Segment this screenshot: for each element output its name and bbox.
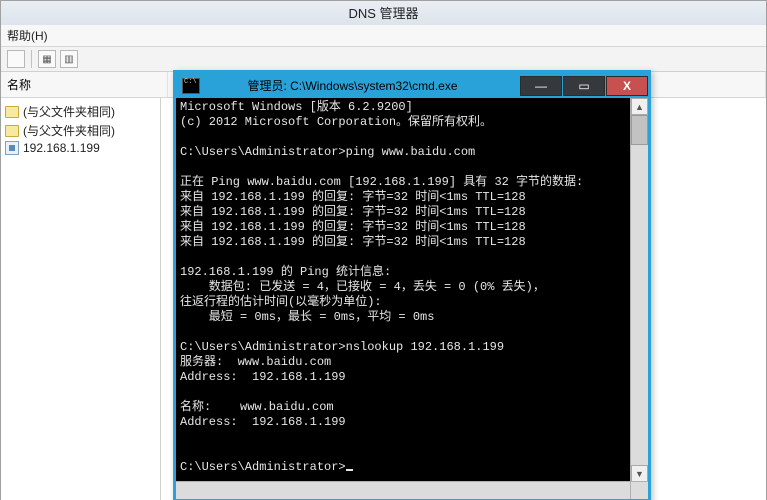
- scrollbar-corner: [630, 481, 648, 499]
- dns-menubar: 帮助(H): [1, 25, 766, 47]
- maximize-button[interactable]: ▭: [563, 76, 605, 96]
- cmd-line: Address: 192.168.1.199: [180, 370, 346, 384]
- tree-row[interactable]: 192.168.1.199: [3, 140, 158, 156]
- cmd-line: 数据包: 已发送 = 4，已接收 = 4，丢失 = 0 (0% 丢失)，: [180, 280, 545, 294]
- cmd-client-area: Microsoft Windows [版本 6.2.9200] (c) 2012…: [176, 98, 648, 499]
- toolbar-btn-2[interactable]: ▦: [38, 50, 56, 68]
- dns-tree-panel: (与父文件夹相同) (与父文件夹相同) 192.168.1.199: [1, 98, 161, 500]
- dns-toolbar: ▦ ▥: [1, 47, 766, 72]
- record-icon: [5, 141, 19, 155]
- dns-tree: (与父文件夹相同) (与父文件夹相同) 192.168.1.199: [1, 98, 160, 160]
- tree-row[interactable]: (与父文件夹相同): [3, 102, 158, 121]
- toolbar-btn-1[interactable]: [7, 50, 25, 68]
- tree-label: (与父文件夹相同): [23, 103, 115, 120]
- scroll-up-icon[interactable]: ▲: [631, 98, 648, 115]
- folder-icon: [5, 125, 19, 137]
- cmd-title: 管理员: C:\Windows\system32\cmd.exe: [186, 77, 519, 94]
- toolbar-separator: [31, 50, 32, 68]
- cmd-line: C:\Users\Administrator>ping www.baidu.co…: [180, 145, 475, 159]
- folder-icon: [5, 106, 19, 118]
- cmd-line: 来自 192.168.1.199 的回复: 字节=32 时间<1ms TTL=1…: [180, 235, 526, 249]
- minimize-button[interactable]: —: [520, 76, 562, 96]
- tree-label: 192.168.1.199: [23, 141, 100, 155]
- cmd-line: C:\Users\Administrator>nslookup 192.168.…: [180, 340, 504, 354]
- tree-row[interactable]: (与父文件夹相同): [3, 121, 158, 140]
- cmd-line: 往返行程的估计时间(以毫秒为单位):: [180, 295, 382, 309]
- menu-help[interactable]: 帮助(H): [7, 29, 48, 43]
- cmd-window: 管理员: C:\Windows\system32\cmd.exe — ▭ X M…: [173, 70, 651, 500]
- vertical-scrollbar[interactable]: ▲ ▼: [630, 98, 648, 482]
- toolbar-btn-3[interactable]: ▥: [60, 50, 78, 68]
- dns-titlebar[interactable]: DNS 管理器: [1, 1, 766, 25]
- cmd-line: 来自 192.168.1.199 的回复: 字节=32 时间<1ms TTL=1…: [180, 190, 526, 204]
- scroll-down-icon[interactable]: ▼: [631, 465, 648, 482]
- column-name[interactable]: 名称: [1, 72, 168, 97]
- close-button[interactable]: X: [606, 76, 648, 96]
- cmd-line: Address: 192.168.1.199: [180, 415, 346, 429]
- cmd-titlebar[interactable]: 管理员: C:\Windows\system32\cmd.exe — ▭ X: [176, 73, 648, 98]
- cursor-icon: [346, 469, 353, 471]
- cmd-icon: [182, 78, 200, 94]
- cmd-line: 192.168.1.199 的 Ping 统计信息:: [180, 265, 391, 279]
- cmd-line: 名称: www.baidu.com: [180, 400, 334, 414]
- cmd-line: Microsoft Windows [版本 6.2.9200]: [180, 100, 413, 114]
- window-controls: — ▭ X: [519, 76, 648, 96]
- cmd-line: 最短 = 0ms，最长 = 0ms，平均 = 0ms: [180, 310, 434, 324]
- horizontal-scrollbar[interactable]: [176, 481, 631, 499]
- cmd-prompt: C:\Users\Administrator>: [180, 460, 346, 474]
- cmd-line: (c) 2012 Microsoft Corporation。保留所有权利。: [180, 115, 492, 129]
- cmd-line: 服务器: www.baidu.com: [180, 355, 331, 369]
- scroll-thumb[interactable]: [631, 115, 648, 145]
- cmd-line: 来自 192.168.1.199 的回复: 字节=32 时间<1ms TTL=1…: [180, 205, 526, 219]
- cmd-line: 正在 Ping www.baidu.com [192.168.1.199] 具有…: [180, 175, 583, 189]
- cmd-line: 来自 192.168.1.199 的回复: 字节=32 时间<1ms TTL=1…: [180, 220, 526, 234]
- cmd-output[interactable]: Microsoft Windows [版本 6.2.9200] (c) 2012…: [176, 98, 648, 499]
- tree-label: (与父文件夹相同): [23, 122, 115, 139]
